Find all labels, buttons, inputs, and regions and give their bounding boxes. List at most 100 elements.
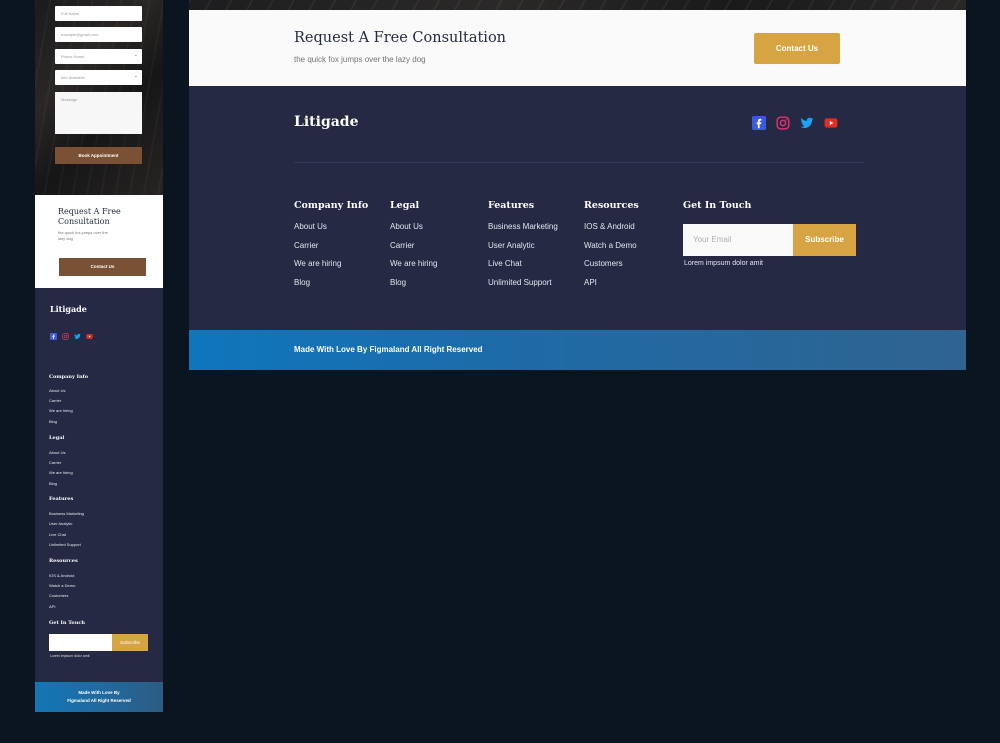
mobile-col-title-company: Company Info: [49, 374, 89, 380]
mobile-bottom-text-line2: Figmaland All Right Reserved: [67, 698, 131, 703]
footer-link[interactable]: API: [584, 278, 639, 297]
twitter-icon[interactable]: [74, 333, 81, 340]
mobile-availability-select[interactable]: Info Available ⌄: [55, 70, 142, 85]
mobile-phone-select[interactable]: Phone Numb ⌄: [55, 49, 142, 64]
social-links: [752, 116, 838, 130]
mobile-footer-link[interactable]: Business Marketing: [49, 511, 84, 516]
mobile-footer-link[interactable]: About Us: [49, 388, 65, 393]
mobile-footer-link[interactable]: IOS & Android: [49, 573, 74, 578]
mobile-footer-link[interactable]: Carrier: [49, 398, 61, 403]
subscribe-note: Lorem impsum dolor amit: [684, 260, 763, 267]
footer-link[interactable]: Customers: [584, 259, 639, 278]
mobile-social-links: [50, 333, 93, 340]
footer-link[interactable]: User Analytic: [488, 241, 558, 260]
mobile-message-placeholder: Message: [61, 97, 78, 102]
mobile-footer-link[interactable]: We are hiring: [49, 470, 73, 475]
facebook-icon[interactable]: [50, 333, 57, 340]
bottom-bar: Made With Love By Figmaland All Right Re…: [189, 330, 966, 370]
mobile-consultation-section: Request A Free Consultation the quick fo…: [35, 195, 163, 288]
mobile-cta-title: Request A Free Consultation: [58, 207, 121, 226]
copyright-text: Made With Love By Figmaland All Right Re…: [294, 345, 483, 354]
footer-column-title: Legal: [390, 200, 420, 211]
mobile-footer: Litigade Company Info About Us Carrier W…: [35, 288, 163, 682]
mobile-footer-link[interactable]: Customers: [49, 593, 68, 598]
subscribe-form: Your Email Subscribe: [683, 224, 856, 256]
mobile-email-input[interactable]: example@gmail.com: [55, 27, 142, 42]
chevron-down-icon: ⌄: [133, 52, 138, 58]
mobile-footer-brand: Litigade: [50, 304, 87, 314]
footer-brand: Litigade: [294, 114, 359, 130]
mobile-footer-link[interactable]: Carrier: [49, 460, 61, 465]
mobile-col-title-resources: Resources: [49, 558, 78, 564]
footer: Litigade Company Info About Us Carrier W…: [189, 86, 966, 330]
mobile-full-name-input[interactable]: Full Name: [55, 6, 142, 21]
footer-divider: [294, 162, 864, 163]
chevron-down-icon: ⌄: [133, 73, 138, 79]
footer-column-title: Features: [488, 200, 535, 211]
mobile-preview: Full Name example@gmail.com Phone Numb ⌄…: [35, 0, 163, 712]
mobile-footer-link[interactable]: Blog: [49, 481, 57, 486]
footer-link[interactable]: Business Marketing: [488, 222, 558, 241]
mobile-footer-link[interactable]: About Us: [49, 450, 65, 455]
mobile-message-textarea[interactable]: Message: [55, 92, 142, 134]
mobile-footer-link[interactable]: Blog: [49, 419, 57, 424]
mobile-footer-link[interactable]: Unlimited Support: [49, 542, 81, 547]
mobile-footer-link[interactable]: User Analytic: [49, 521, 72, 526]
mobile-col-title-features: Features: [49, 496, 74, 502]
cta-subtitle: the quick fox jumps over the lazy dog: [294, 55, 426, 64]
footer-column-features: Features Business Marketing User Analyti…: [488, 200, 558, 296]
mobile-full-name-placeholder: Full Name: [61, 11, 80, 16]
footer-link[interactable]: Live Chat: [488, 259, 558, 278]
hero-image-strip: [189, 0, 966, 10]
instagram-icon[interactable]: [776, 116, 790, 130]
footer-column-resources: Resources IOS & Android Watch a Demo Cus…: [584, 200, 639, 296]
footer-link[interactable]: Watch a Demo: [584, 241, 639, 260]
mobile-phone-placeholder: Phone Numb: [61, 54, 85, 59]
desktop-preview: Request A Free Consultation the quick fo…: [189, 0, 966, 370]
footer-column-title: Resources: [584, 200, 639, 211]
contact-us-button[interactable]: Contact Us: [754, 33, 840, 64]
mobile-subscribe-button[interactable]: Subscribe: [112, 634, 148, 651]
footer-link[interactable]: IOS & Android: [584, 222, 639, 241]
footer-link[interactable]: Carrier: [294, 241, 368, 260]
footer-link[interactable]: Carrier: [390, 241, 437, 260]
footer-link[interactable]: Unlimited Support: [488, 278, 558, 297]
consultation-section: Request A Free Consultation the quick fo…: [189, 10, 966, 86]
footer-column-title: Get In Touch: [683, 200, 752, 211]
facebook-icon[interactable]: [752, 116, 766, 130]
mobile-contact-us-button[interactable]: Contact Us: [59, 258, 146, 276]
mobile-subscribe-note: Lorem impsum dolor amit: [50, 654, 90, 658]
twitter-icon[interactable]: [800, 116, 814, 130]
footer-link[interactable]: We are hiring: [294, 259, 368, 278]
mobile-footer-link[interactable]: We are hiring: [49, 408, 73, 413]
mobile-availability-placeholder: Info Available: [61, 75, 85, 80]
mobile-footer-link[interactable]: Live Chat: [49, 532, 66, 537]
youtube-icon[interactable]: [86, 333, 93, 340]
footer-link[interactable]: About Us: [390, 222, 437, 241]
mobile-footer-link[interactable]: Watch a Demo: [49, 583, 75, 588]
footer-link[interactable]: Blog: [390, 278, 437, 297]
mobile-appointment-form: Full Name example@gmail.com Phone Numb ⌄…: [35, 0, 163, 195]
footer-link[interactable]: About Us: [294, 222, 368, 241]
mobile-col-title-legal: Legal: [49, 435, 65, 441]
youtube-icon[interactable]: [824, 116, 838, 130]
footer-column-company-info: Company Info About Us Carrier We are hir…: [294, 200, 368, 296]
cta-title: Request A Free Consultation: [294, 30, 507, 46]
mobile-email-placeholder: example@gmail.com: [61, 32, 99, 37]
email-input[interactable]: Your Email: [683, 224, 793, 256]
footer-column-title: Company Info: [294, 200, 369, 211]
footer-link[interactable]: Blog: [294, 278, 368, 297]
mobile-col-title-get-in-touch: Get In Touch: [49, 620, 86, 626]
mobile-bottom-text-line1: Made With Love By: [78, 690, 120, 695]
footer-column-legal: Legal About Us Carrier We are hiring Blo…: [390, 200, 437, 296]
mobile-bottom-bar: Made With Love By Figmaland All Right Re…: [35, 682, 163, 712]
mobile-subscribe-form: Subscribe: [49, 634, 148, 651]
footer-column-get-in-touch: Get In Touch: [683, 200, 751, 222]
mobile-email-input[interactable]: [49, 634, 112, 651]
instagram-icon[interactable]: [62, 333, 69, 340]
footer-link[interactable]: We are hiring: [390, 259, 437, 278]
mobile-footer-link[interactable]: API: [49, 604, 55, 609]
mobile-cta-subtitle: the quick fox jumps over the lazy dog: [58, 230, 108, 241]
mobile-book-appointment-button[interactable]: Book Appointment: [55, 147, 142, 164]
subscribe-button[interactable]: Subscribe: [793, 224, 856, 256]
